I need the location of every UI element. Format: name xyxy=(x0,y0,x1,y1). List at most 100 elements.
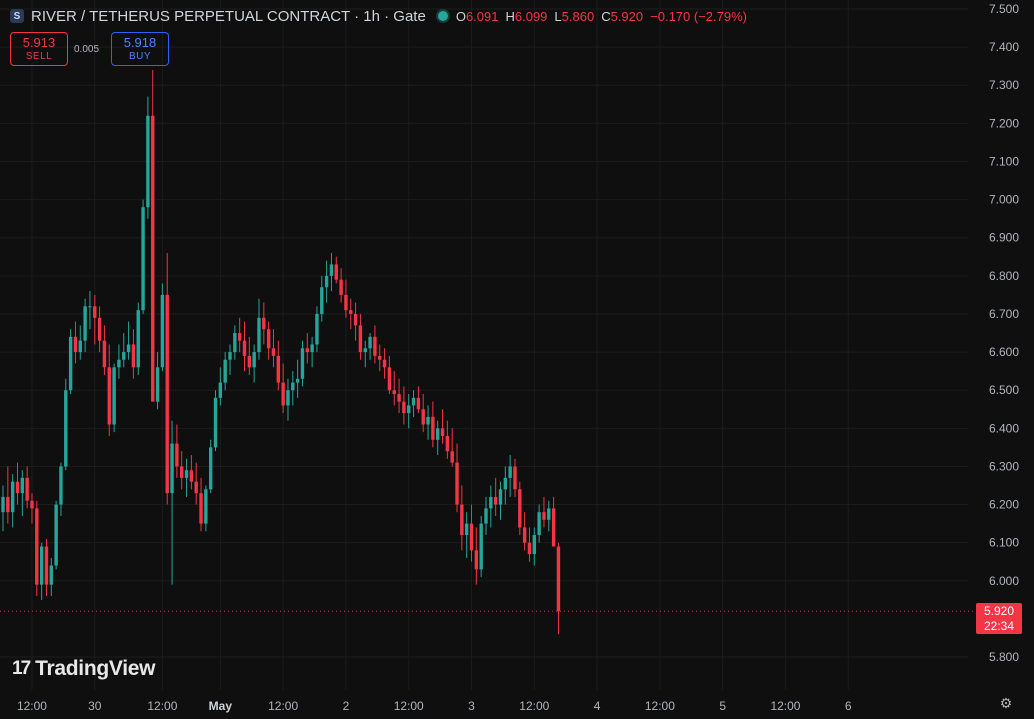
candle-body xyxy=(141,207,145,311)
ohlc-close: C5.920 xyxy=(601,8,644,24)
candle xyxy=(257,298,261,360)
candle-countdown: 22:34 xyxy=(983,618,1015,633)
y-tick-label: 6.700 xyxy=(989,307,1019,321)
candle-body xyxy=(247,355,252,368)
candle xyxy=(6,466,10,524)
buy-price: 5.918 xyxy=(123,35,157,51)
candle-body xyxy=(387,367,392,391)
candle-body xyxy=(78,340,82,353)
candle xyxy=(180,451,184,490)
buy-button[interactable]: 5.918 BUY xyxy=(111,32,169,66)
candle-body xyxy=(450,451,454,463)
candle-body xyxy=(363,348,367,353)
candle xyxy=(431,401,435,448)
candle-body xyxy=(136,310,140,368)
candle xyxy=(426,405,430,440)
candle xyxy=(460,485,464,551)
candle-body xyxy=(1,496,5,513)
x-tick-label: 3 xyxy=(468,699,475,713)
candle-body xyxy=(416,397,421,410)
candle-body xyxy=(208,447,213,490)
candle xyxy=(266,321,271,360)
candle-body xyxy=(349,310,353,314)
candle xyxy=(228,344,232,375)
y-tick-label: 7.400 xyxy=(989,40,1019,54)
candle-body xyxy=(358,325,363,353)
candle-body xyxy=(305,348,309,353)
candle-body xyxy=(445,435,450,452)
candle xyxy=(59,462,63,516)
candlestick-chart[interactable]: 7.500 7.400 7.300 7.200 7.100 7.000 6.900 6.800… xyxy=(0,0,1034,719)
candle-body xyxy=(334,264,338,280)
candle xyxy=(334,256,338,284)
candle-body xyxy=(479,523,483,570)
candle-body xyxy=(257,317,261,353)
y-tick-label: 6.300 xyxy=(989,459,1019,473)
candle-body xyxy=(122,352,126,360)
last-price-value: 5.920 xyxy=(983,603,1015,618)
candle xyxy=(300,340,305,387)
candle xyxy=(315,306,319,353)
candle xyxy=(208,439,213,494)
candle xyxy=(107,344,111,436)
x-tick-label: 12:00 xyxy=(268,699,298,713)
candle xyxy=(54,500,58,570)
candle xyxy=(392,371,396,406)
y-tick-label: 6.000 xyxy=(989,574,1019,588)
candle xyxy=(151,69,155,402)
candle-body xyxy=(242,340,247,356)
x-tick-label: 12:00 xyxy=(770,699,800,713)
candle-body xyxy=(300,348,305,379)
x-tick-label: 12:00 xyxy=(394,699,424,713)
sell-button[interactable]: 5.913 SELL xyxy=(10,32,68,66)
gear-icon[interactable]: ⚙ xyxy=(999,696,1013,710)
x-tick-label: 2 xyxy=(343,699,350,713)
candle-body xyxy=(493,496,498,505)
candle xyxy=(440,409,445,444)
candle xyxy=(64,378,68,471)
candle-body xyxy=(252,352,256,368)
candle-body xyxy=(329,264,334,276)
candle xyxy=(353,302,358,341)
candle-body xyxy=(498,489,503,505)
candle-body xyxy=(527,542,532,555)
y-tick-label: 5.800 xyxy=(989,650,1019,664)
candle-body xyxy=(518,489,522,528)
candle-body xyxy=(392,390,396,395)
candle-body xyxy=(426,416,430,425)
x-tick-label: 6 xyxy=(845,699,852,713)
candle xyxy=(20,470,25,516)
tradingview-logo[interactable]: 17 TradingView xyxy=(12,657,155,681)
candle-body xyxy=(107,367,111,425)
candle xyxy=(175,424,179,478)
candle xyxy=(30,493,34,524)
y-tick-label: 6.500 xyxy=(989,383,1019,397)
candle-body xyxy=(117,359,121,368)
candle-body xyxy=(353,313,358,326)
chart-title[interactable]: RIVER / TETHERUS PERPETUAL CONTRACT · 1h… xyxy=(31,8,426,25)
candle xyxy=(10,474,15,528)
candle xyxy=(295,359,300,398)
candle-body xyxy=(382,359,387,368)
candle-body xyxy=(271,348,276,356)
candle-body xyxy=(368,336,372,349)
candle-body xyxy=(6,496,10,513)
candle xyxy=(252,344,256,383)
candle-body xyxy=(532,535,536,555)
candle xyxy=(474,527,479,585)
candle-body xyxy=(324,275,329,288)
candle xyxy=(373,325,377,364)
candle-body xyxy=(281,382,285,406)
candle xyxy=(112,363,116,433)
candle xyxy=(537,504,541,543)
candle xyxy=(556,542,561,635)
candle xyxy=(189,455,194,490)
candle-body xyxy=(237,333,242,341)
candle-body xyxy=(44,546,49,585)
candle-body xyxy=(155,367,160,402)
candle xyxy=(199,477,203,532)
candle xyxy=(397,378,401,414)
candle xyxy=(464,512,469,558)
candle-body xyxy=(344,294,348,311)
candle xyxy=(387,355,392,395)
